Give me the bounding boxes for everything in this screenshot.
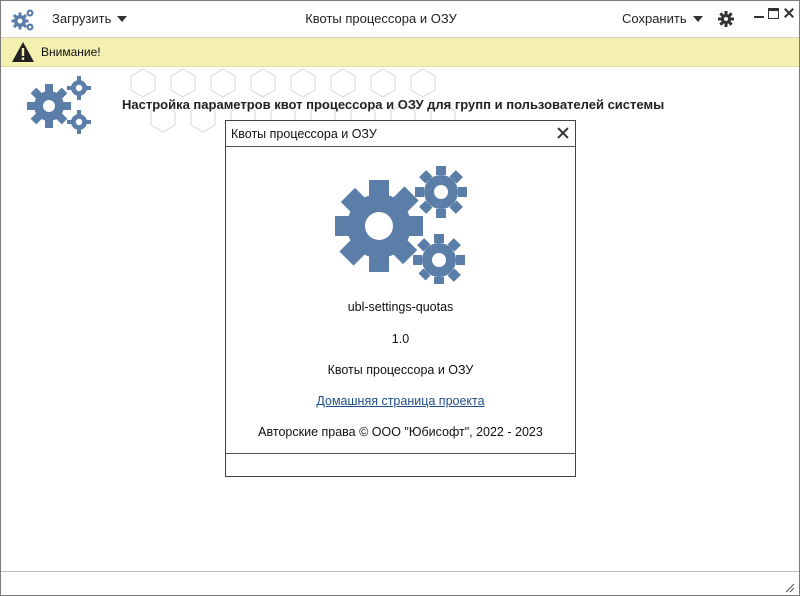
chevron-down-icon	[692, 15, 703, 22]
warning-icon	[12, 42, 34, 62]
save-menu-label: Сохранить	[622, 11, 687, 26]
status-bar	[1, 571, 799, 595]
dialog-title-bar: Квоты процессора и ОЗУ	[226, 121, 575, 147]
dialog-divider	[226, 453, 575, 454]
version-label: 1.0	[391, 332, 410, 346]
minimize-button[interactable]	[753, 7, 765, 19]
main-window: Загрузить Квоты процессора и ОЗУ Сохрани…	[0, 0, 800, 596]
gears-icon	[335, 166, 467, 284]
homepage-link[interactable]: Домашняя страница проекта	[316, 394, 484, 408]
close-button[interactable]	[783, 7, 795, 19]
gear-icon[interactable]	[717, 10, 735, 28]
app-name-label: Квоты процессора и ОЗУ	[327, 363, 474, 377]
warning-text: Внимание!	[41, 45, 101, 59]
dialog-title: Квоты процессора и ОЗУ	[231, 127, 377, 141]
header-description: Настройка параметров квот процессора и О…	[122, 97, 665, 112]
about-dialog: Квоты процессора и ОЗУ ubl-settings-quot…	[225, 120, 576, 477]
copyright-label: Авторские права © ООО "Юбисофт", 2022 - …	[258, 425, 543, 439]
package-name: ubl-settings-quotas	[347, 300, 454, 314]
warning-bar: Внимание!	[1, 38, 799, 67]
resize-grip-icon[interactable]	[783, 581, 795, 593]
maximize-button[interactable]	[768, 8, 779, 19]
save-menu-button[interactable]: Сохранить	[622, 11, 703, 26]
gears-icon	[27, 76, 91, 134]
title-bar: Загрузить Квоты процессора и ОЗУ Сохрани…	[1, 1, 799, 38]
dialog-close-button[interactable]	[557, 127, 569, 139]
